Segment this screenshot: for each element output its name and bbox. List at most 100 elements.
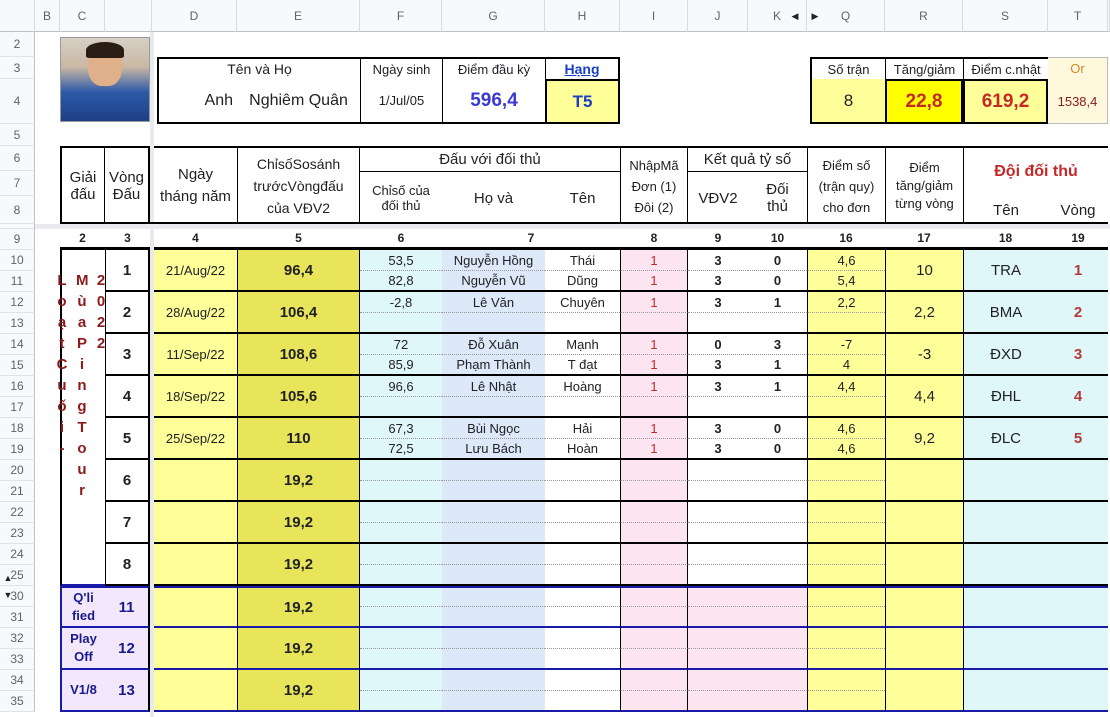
extra-score-vdv2[interactable] xyxy=(688,691,748,712)
score-opponent[interactable]: 0 xyxy=(748,418,807,439)
input-code[interactable]: 1 xyxy=(620,292,688,313)
row-header-24[interactable]: 24 xyxy=(0,544,35,565)
row-header-23[interactable]: 23 xyxy=(0,523,35,544)
input-code[interactable] xyxy=(620,565,688,586)
extra-score-vdv2[interactable] xyxy=(688,586,748,607)
score-opponent[interactable]: 3 xyxy=(748,334,807,355)
column-header-r[interactable]: R xyxy=(885,0,963,32)
score-opponent[interactable] xyxy=(748,502,807,523)
expand-right-icon[interactable]: ▶ xyxy=(810,8,820,24)
score-vdv2[interactable]: 3 xyxy=(688,376,748,397)
extra-input-code[interactable] xyxy=(620,586,688,607)
row-header-4[interactable]: 4 xyxy=(0,79,35,124)
score-opponent[interactable] xyxy=(748,523,807,544)
select-all-corner[interactable] xyxy=(0,0,35,32)
expand-rows-icon[interactable]: ▲ xyxy=(0,569,16,586)
input-code[interactable]: 1 xyxy=(620,355,688,376)
score-opponent[interactable] xyxy=(748,544,807,565)
score-vdv2[interactable] xyxy=(688,313,748,334)
column-header-f[interactable]: F xyxy=(360,0,442,32)
collapse-left-icon[interactable]: ◀ xyxy=(790,8,800,24)
input-code[interactable] xyxy=(620,397,688,418)
column-header-c[interactable]: C xyxy=(60,0,105,32)
input-code[interactable]: 1 xyxy=(620,376,688,397)
score-vdv2[interactable]: 3 xyxy=(688,418,748,439)
extra-input-code[interactable] xyxy=(620,607,688,628)
score-opponent[interactable] xyxy=(748,313,807,334)
row-header-34[interactable]: 34 xyxy=(0,670,35,691)
extra-score-vdv2[interactable] xyxy=(688,628,748,649)
extra-input-code[interactable] xyxy=(620,691,688,712)
score-opponent[interactable] xyxy=(748,565,807,586)
row-header-3[interactable]: 3 xyxy=(0,57,35,79)
extra-input-code[interactable] xyxy=(620,628,688,649)
extra-input-code[interactable] xyxy=(620,670,688,691)
score-vdv2[interactable] xyxy=(688,565,748,586)
row-header-10[interactable]: 10 xyxy=(0,250,35,271)
row-header-19[interactable]: 19 xyxy=(0,439,35,460)
score-opponent[interactable]: 0 xyxy=(748,250,807,271)
score-opponent[interactable]: 1 xyxy=(748,355,807,376)
row-header-16[interactable]: 16 xyxy=(0,376,35,397)
score-vdv2[interactable]: 3 xyxy=(688,271,748,292)
extra-score-opponent[interactable] xyxy=(748,691,807,712)
row-header-32[interactable]: 32 xyxy=(0,628,35,649)
extra-score-vdv2[interactable] xyxy=(688,649,748,670)
column-header-j[interactable]: J xyxy=(688,0,748,32)
input-code[interactable] xyxy=(620,460,688,481)
input-code[interactable]: 1 xyxy=(620,334,688,355)
input-code[interactable] xyxy=(620,502,688,523)
row-header-11[interactable]: 11 xyxy=(0,271,35,292)
extra-score-opponent[interactable] xyxy=(748,586,807,607)
row-header-20[interactable]: 20 xyxy=(0,460,35,481)
row-header-14[interactable]: 14 xyxy=(0,334,35,355)
score-vdv2[interactable] xyxy=(688,544,748,565)
extra-score-vdv2[interactable] xyxy=(688,670,748,691)
column-header-t[interactable]: T xyxy=(1048,0,1108,32)
extra-score-opponent[interactable] xyxy=(748,649,807,670)
score-opponent[interactable]: 1 xyxy=(748,292,807,313)
score-opponent[interactable] xyxy=(748,460,807,481)
row-header-2[interactable]: 2 xyxy=(0,32,35,57)
score-vdv2[interactable] xyxy=(688,523,748,544)
column-header-e[interactable]: E xyxy=(237,0,360,32)
score-vdv2[interactable]: 0 xyxy=(688,334,748,355)
score-opponent[interactable]: 0 xyxy=(748,271,807,292)
score-opponent[interactable] xyxy=(748,397,807,418)
extra-score-vdv2[interactable] xyxy=(688,607,748,628)
score-opponent[interactable]: 0 xyxy=(748,439,807,460)
row-header-7[interactable]: 7 xyxy=(0,171,35,196)
row-header-35[interactable]: 35 xyxy=(0,691,35,712)
row-header-5[interactable]: 5 xyxy=(0,124,35,146)
column-header-d[interactable]: D xyxy=(152,0,237,32)
score-opponent[interactable] xyxy=(748,481,807,502)
score-vdv2[interactable]: 3 xyxy=(688,292,748,313)
score-vdv2[interactable]: 3 xyxy=(688,355,748,376)
score-vdv2[interactable] xyxy=(688,397,748,418)
row-header-8[interactable]: 8 xyxy=(0,196,35,224)
input-code[interactable]: 1 xyxy=(620,418,688,439)
row-header-6[interactable]: 6 xyxy=(0,146,35,171)
column-header-g[interactable]: G xyxy=(442,0,545,32)
input-code[interactable] xyxy=(620,481,688,502)
column-header-i[interactable]: I xyxy=(620,0,688,32)
row-header-17[interactable]: 17 xyxy=(0,397,35,418)
score-vdv2[interactable] xyxy=(688,502,748,523)
extra-input-code[interactable] xyxy=(620,649,688,670)
score-vdv2[interactable] xyxy=(688,481,748,502)
extra-score-opponent[interactable] xyxy=(748,607,807,628)
row-header-31[interactable]: 31 xyxy=(0,607,35,628)
column-header-h[interactable]: H xyxy=(545,0,620,32)
collapse-rows-icon[interactable]: ▼ xyxy=(0,586,16,603)
row-header-9[interactable]: 9 xyxy=(0,229,35,250)
row-header-12[interactable]: 12 xyxy=(0,292,35,313)
score-vdv2[interactable] xyxy=(688,460,748,481)
input-code[interactable]: 1 xyxy=(620,271,688,292)
score-opponent[interactable]: 1 xyxy=(748,376,807,397)
column-header-b[interactable]: B xyxy=(35,0,60,32)
row-header-18[interactable]: 18 xyxy=(0,418,35,439)
input-code[interactable] xyxy=(620,313,688,334)
extra-score-opponent[interactable] xyxy=(748,628,807,649)
input-code[interactable] xyxy=(620,523,688,544)
score-vdv2[interactable]: 3 xyxy=(688,250,748,271)
